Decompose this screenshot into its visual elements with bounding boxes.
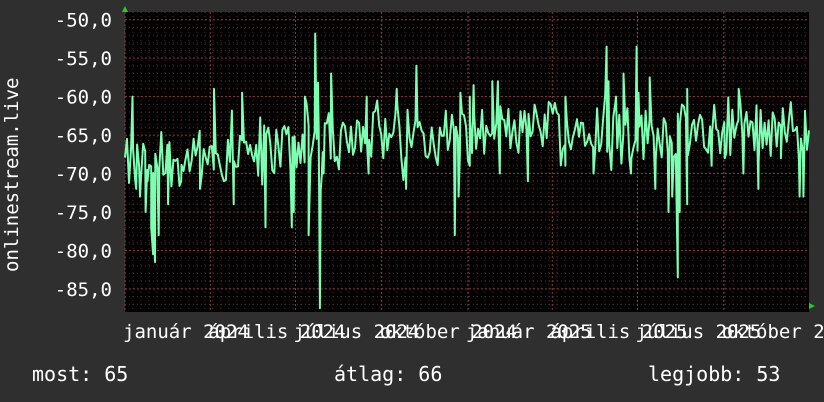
x-ticks: január 2024április 2024július 2024októbe…	[123, 321, 824, 343]
y-tick-label: -65,0	[55, 125, 112, 147]
x-axis-arrow-icon	[809, 303, 815, 309]
y-tick-label: -50,0	[55, 10, 112, 32]
stat-average: átlag: 66	[334, 362, 443, 386]
y-tick-label: -85,0	[55, 279, 112, 301]
y-ticks: -50,0 -55,0 -60,0 -65,0 -70,0 -75,0 -80,0 -85,0	[55, 10, 112, 301]
y-axis-label: onlinestream.live	[1, 78, 23, 272]
stat-best: legjobb: 53	[648, 362, 781, 386]
y-axis-arrow-icon	[122, 6, 128, 12]
y-tick-label: -55,0	[55, 48, 112, 70]
y-tick-label: -60,0	[55, 87, 112, 109]
y-tick-label: -70,0	[55, 164, 112, 186]
stat-current: most: 65	[32, 362, 129, 386]
chart: -50,0 -55,0 -60,0 -65,0 -70,0 -75,0 -80,0 -85,0…	[1, 6, 824, 343]
x-tick-label: október 2025	[722, 321, 824, 343]
y-tick-label: -75,0	[55, 202, 112, 224]
y-tick-label: -80,0	[55, 240, 112, 262]
